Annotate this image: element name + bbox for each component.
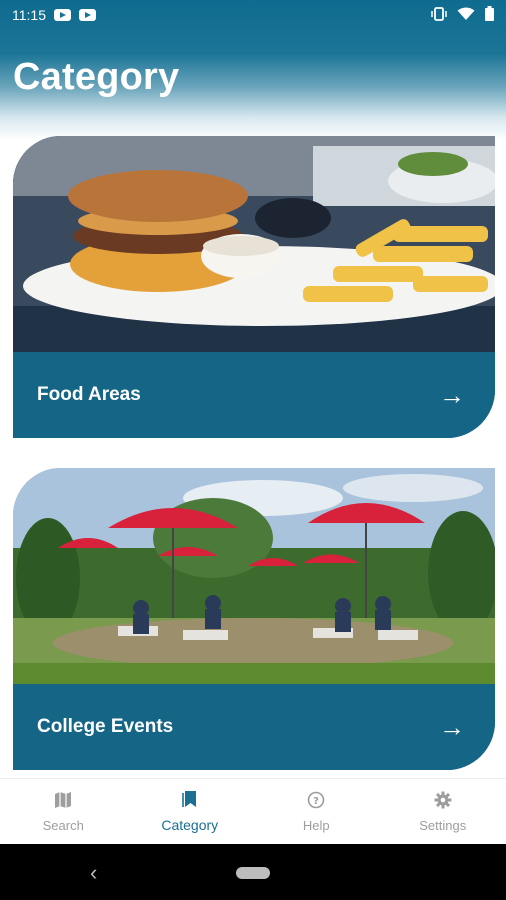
page-title: Category xyxy=(13,56,180,98)
arrow-right-icon: → xyxy=(439,711,465,742)
vibrate-icon xyxy=(431,6,447,24)
card-bar: Food Areas → xyxy=(13,352,495,438)
nav-item-category[interactable]: Category xyxy=(127,790,253,833)
food-areas-photo xyxy=(13,136,495,352)
status-time: 11:15 xyxy=(12,7,46,23)
category-card-college-events[interactable]: College Events → xyxy=(13,468,495,770)
nav-item-search[interactable]: Search xyxy=(0,791,126,833)
card-label: Food Areas xyxy=(37,384,141,405)
bookmark-icon xyxy=(181,790,198,808)
nav-label: Search xyxy=(42,817,84,833)
wifi-icon xyxy=(457,7,475,24)
college-events-photo xyxy=(13,468,495,684)
back-button[interactable]: ‹ xyxy=(90,860,97,886)
nav-label: Settings xyxy=(419,817,467,833)
bottom-navigation: Search Category ? Help Settings xyxy=(0,778,506,844)
system-navigation-bar: ‹ xyxy=(0,844,506,900)
nav-label: Help xyxy=(302,817,330,833)
nav-item-settings[interactable]: Settings xyxy=(380,791,506,833)
category-card-food-areas[interactable]: Food Areas → xyxy=(13,136,495,438)
status-bar: 11:15 xyxy=(0,0,506,30)
card-label: College Events xyxy=(37,716,174,737)
nav-item-help[interactable]: ? Help xyxy=(253,791,379,833)
youtube-notification-icon xyxy=(79,9,96,21)
home-button[interactable] xyxy=(236,867,270,879)
youtube-notification-icon xyxy=(54,9,71,21)
battery-icon xyxy=(485,6,494,24)
gear-icon xyxy=(434,791,452,809)
arrow-right-icon: → xyxy=(439,379,465,410)
card-bar: College Events → xyxy=(13,684,495,770)
map-icon xyxy=(54,791,72,809)
help-icon: ? xyxy=(307,791,325,809)
svg-text:?: ? xyxy=(313,796,319,807)
nav-label: Category xyxy=(161,817,219,833)
